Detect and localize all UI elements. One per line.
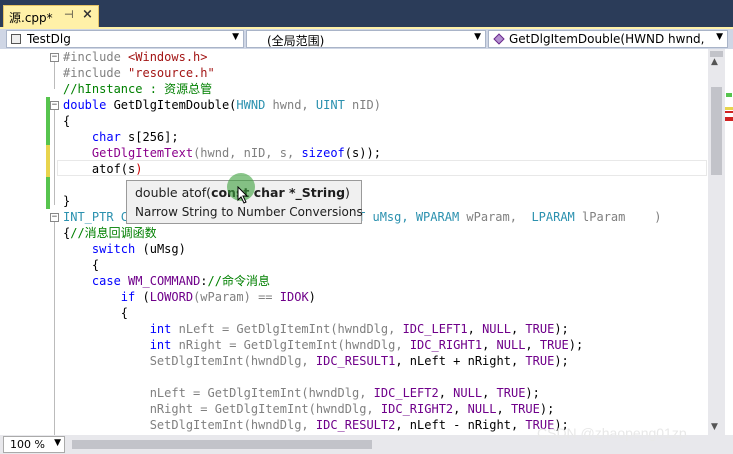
pin-icon[interactable]: ⊣ xyxy=(64,8,74,21)
tooltip-description: Narrow String to Number Conversions xyxy=(135,205,363,219)
change-marker xyxy=(726,93,732,97)
code-line: { xyxy=(63,306,129,320)
member-dropdown[interactable]: GetDlgItemDouble(HWND hwnd, U ▼ xyxy=(488,30,728,48)
scope-name: (全局范围) xyxy=(267,34,325,48)
code-line: char s[256]; xyxy=(91,130,179,144)
dropdown-arrow-icon: ▼ xyxy=(54,438,61,448)
mouse-cursor-icon xyxy=(237,186,249,204)
dropdown-arrow-icon: ▼ xyxy=(474,32,481,42)
scope-dropdown[interactable]: (全局范围) ▼ xyxy=(246,30,486,48)
code-line: int nLeft = GetDlgItemInt(hwndDlg, IDC_L… xyxy=(149,322,569,336)
close-icon[interactable]: × xyxy=(82,7,93,22)
error-marker xyxy=(725,117,733,121)
code-line: nLeft = GetDlgItemInt(hwndDlg, IDC_LEFT2… xyxy=(63,386,540,400)
code-line: { xyxy=(63,258,100,272)
scroll-down-icon[interactable]: ▼ xyxy=(711,422,718,432)
error-marker xyxy=(725,111,733,113)
code-line: } xyxy=(63,194,71,208)
dropdown-arrow-icon: ▼ xyxy=(716,32,723,42)
navigation-bar: TestDlg ▼ (全局范围) ▼ GetDlgItemDouble(HWND… xyxy=(0,29,733,49)
scroll-up-icon[interactable]: ▲ xyxy=(711,57,718,67)
change-marker xyxy=(725,107,733,110)
zoom-dropdown[interactable]: 100 % ▼ xyxy=(3,436,65,453)
member-name: GetDlgItemDouble(HWND hwnd, U xyxy=(509,32,709,46)
code-line: SetDlgItemInt(hwndDlg, IDC_RESULT2, nLef… xyxy=(63,418,569,432)
code-line: #include <Windows.h> xyxy=(63,50,208,64)
scroll-thumb[interactable] xyxy=(711,87,722,175)
document-tab-strip: 源.cpp* ⊣ × xyxy=(0,0,733,29)
code-line: #include "resource.h" xyxy=(63,66,215,80)
code-line: SetDlgItemInt(hwndDlg, IDC_RESULT1, nLef… xyxy=(63,354,569,368)
code-line: switch (uMsg) xyxy=(91,242,186,256)
dropdown-arrow-icon: ▼ xyxy=(232,32,239,42)
code-editor[interactable]: − − − #include <Windows.h> #include "res… xyxy=(0,49,733,435)
annotation-margin xyxy=(725,49,733,435)
class-icon xyxy=(11,34,21,44)
project-name: TestDlg xyxy=(27,32,71,46)
code-line: { xyxy=(63,114,71,128)
code-line: double GetDlgItemDouble(HWND hwnd, UINT … xyxy=(63,98,381,112)
vertical-scrollbar[interactable]: ▲ ▼ xyxy=(708,49,725,435)
code-line: atof(s) xyxy=(63,162,143,176)
document-tab[interactable]: 源.cpp* ⊣ × xyxy=(3,5,99,28)
code-line: int nRight = GetDlgItemInt(hwndDlg, IDC_… xyxy=(149,338,584,352)
code-line: if (LOWORD(wParam) == IDOK) xyxy=(120,290,316,304)
scroll-thumb[interactable] xyxy=(72,440,372,449)
zoom-level: 100 % xyxy=(10,438,45,451)
code-line: case WM_COMMAND://命令消息 xyxy=(91,274,270,288)
method-icon xyxy=(493,33,505,45)
code-line: {//消息回调函数 xyxy=(63,226,157,240)
watermark: CSDN @zhaopeng01zp xyxy=(537,425,687,441)
tab-title: 源.cpp* xyxy=(9,11,53,25)
project-dropdown[interactable]: TestDlg ▼ xyxy=(6,30,244,48)
code-area[interactable]: #include <Windows.h> #include "resource.… xyxy=(0,49,708,435)
code-line: GetDlgItemText(hwnd, nID, s, sizeof(s)); xyxy=(91,146,381,160)
code-line: nRight = GetDlgItemInt(hwndDlg, IDC_RIGH… xyxy=(63,402,555,416)
code-line: //hInstance : 资源总管 xyxy=(63,82,213,96)
